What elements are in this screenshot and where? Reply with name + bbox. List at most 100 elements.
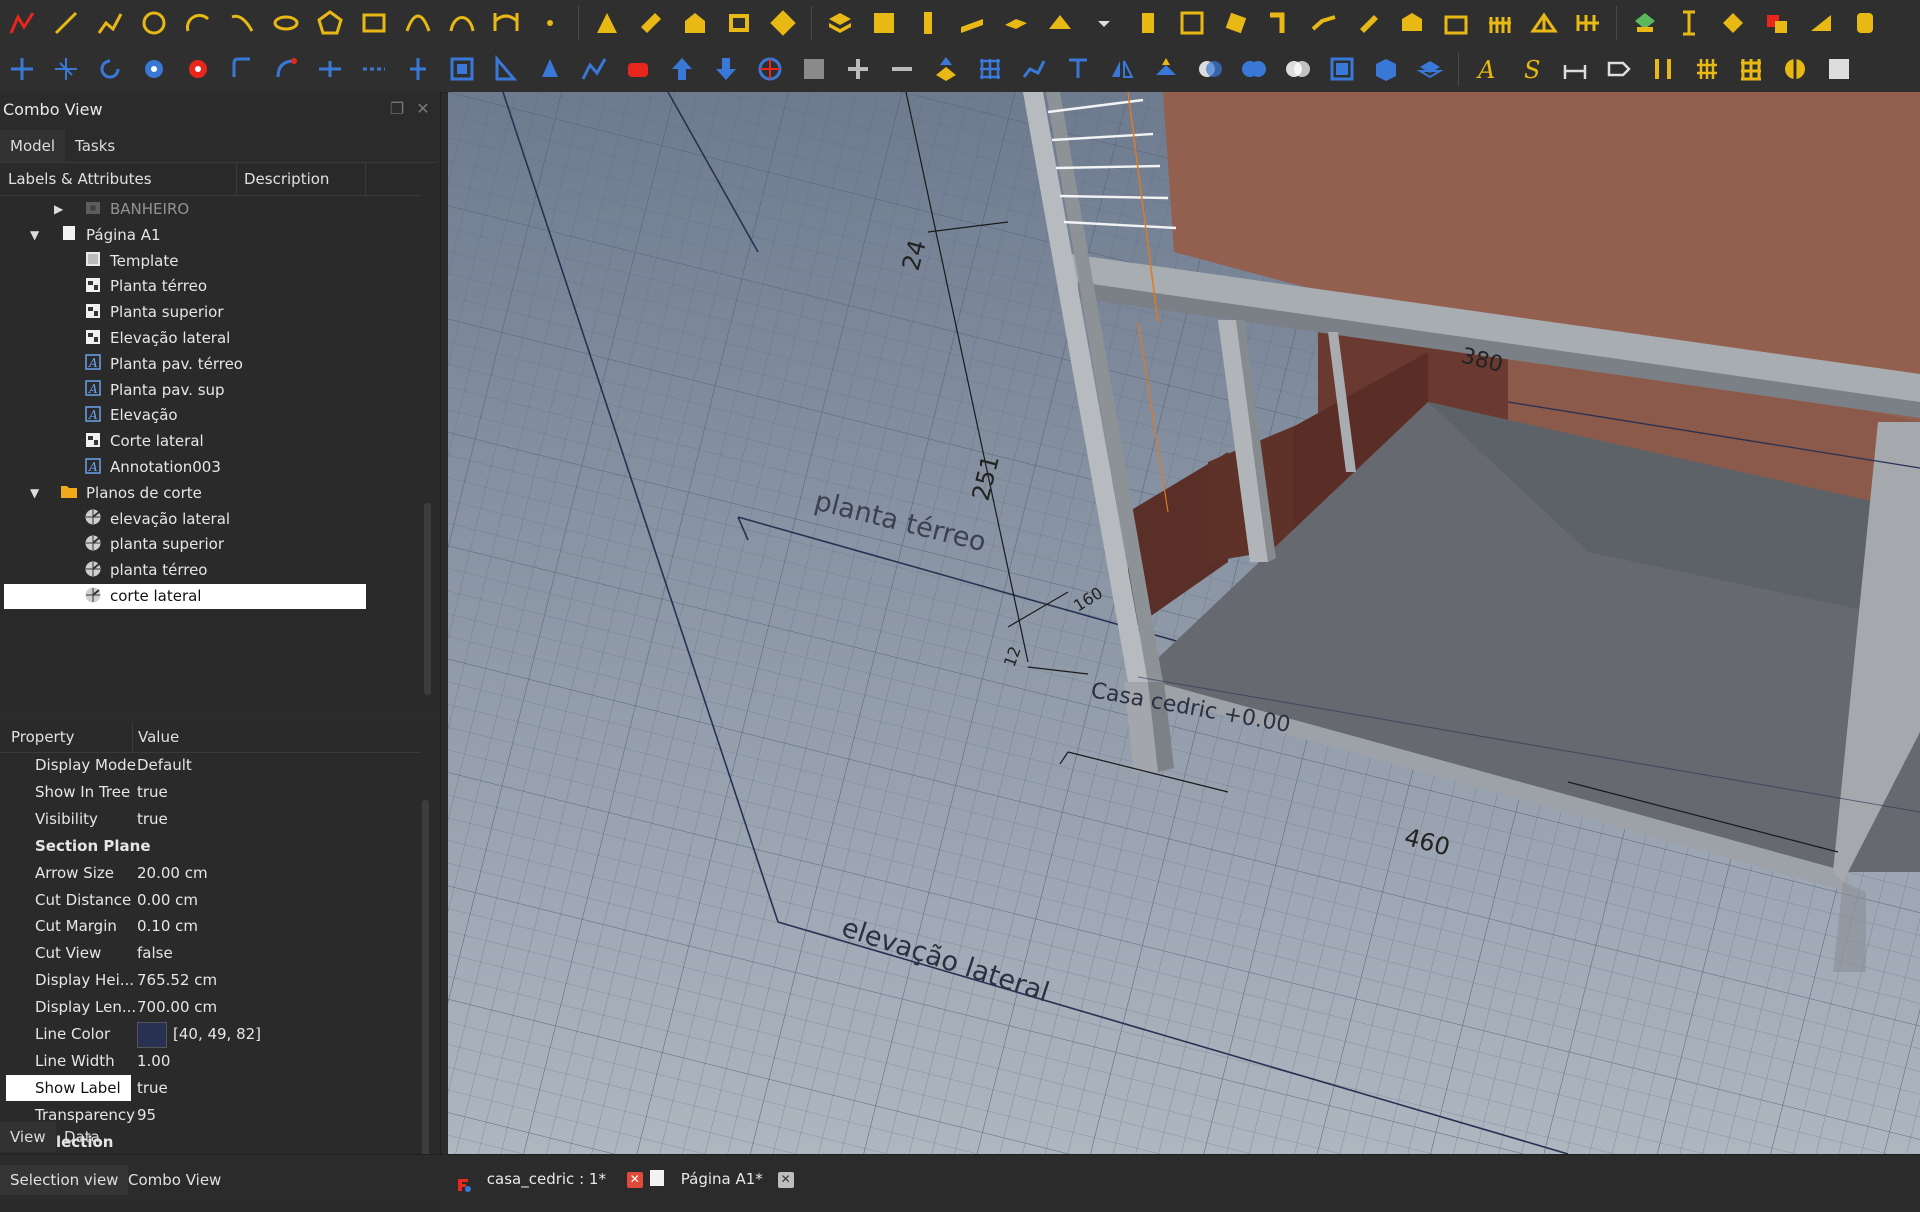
more-button[interactable] [1820,50,1858,88]
tab-view[interactable]: View [0,1122,56,1152]
line-button[interactable] [47,4,85,42]
property-value-cell[interactable]: true [137,806,168,832]
text-button[interactable]: A [1468,50,1506,88]
pipe-button[interactable] [1261,4,1299,42]
polygon-button[interactable] [311,4,349,42]
plus-button[interactable] [839,50,877,88]
tree-item[interactable]: Planta térreo [84,274,207,299]
split-button[interactable] [311,50,349,88]
tree-item[interactable]: BANHEIRO [84,197,189,222]
property-value-cell[interactable]: true [137,779,168,805]
header-property[interactable]: Property [11,728,74,746]
grid-button[interactable] [971,50,1009,88]
color-swatch[interactable] [137,1021,167,1048]
array-button[interactable] [531,50,569,88]
shape-view-button[interactable] [1323,50,1361,88]
property-row[interactable]: Display Mode Default [0,752,420,778]
chevron-down-icon[interactable]: ▼ [30,228,39,242]
property-row[interactable]: Cut Margin 0.10 cm [0,913,420,939]
remove-shape-button[interactable] [619,50,657,88]
mesh-to-shape-button[interactable] [751,50,789,88]
point-button[interactable] [531,4,569,42]
minus-button[interactable] [883,50,921,88]
label-button[interactable] [1600,50,1638,88]
property-row[interactable]: Cut View false [0,940,420,966]
panel-button[interactable] [1173,4,1211,42]
mirror-button[interactable] [1103,50,1141,88]
polyline-button[interactable] [3,4,41,42]
tree-item[interactable]: Planos de corte [60,481,202,506]
tab-data[interactable]: Data [54,1122,110,1152]
tree-item[interactable]: Planta superior [84,300,224,325]
property-row[interactable]: Visibility true [0,806,420,832]
fuse-button[interactable] [1235,50,1273,88]
tree-item[interactable]: A Annotation003 [84,455,221,480]
tree-item[interactable]: planta superior [84,532,224,557]
rectangle-button[interactable] [355,4,393,42]
property-row[interactable]: Show Label true [0,1074,420,1101]
close-icon[interactable]: ✕ [777,1171,794,1188]
tab-combo-view[interactable]: Combo View [118,1165,231,1195]
space-button[interactable] [1393,4,1431,42]
property-value-cell[interactable]: 700.00 cm [137,994,217,1020]
property-row[interactable]: Cut Distance 0.00 cm [0,887,420,913]
subelement-move-button[interactable] [47,50,85,88]
close-icon[interactable]: ✕ [414,100,432,118]
dropdown-button[interactable] [1085,4,1123,42]
arc-button[interactable] [179,4,217,42]
property-value-cell[interactable]: 0.00 cm [137,887,198,913]
dimension-button[interactable] [1556,50,1594,88]
common-button[interactable] [1279,50,1317,88]
floor-button[interactable] [821,4,859,42]
clone-button[interactable] [1191,50,1229,88]
property-row[interactable]: Line Color [40, 49, 82] [0,1021,420,1048]
property-row[interactable]: Show In Tree true [0,779,420,805]
building-button[interactable] [676,4,714,42]
reference-button[interactable] [1758,4,1796,42]
move-button[interactable] [3,50,41,88]
section-plane-button[interactable] [1626,4,1664,42]
float-icon[interactable]: ❐ [388,100,406,118]
property-value-cell[interactable]: 95 [137,1102,156,1128]
profile-button[interactable] [1349,4,1387,42]
tab-selection-view[interactable]: Selection view [0,1165,129,1195]
tree-item[interactable]: A Planta pav. térreo [84,352,243,377]
stretch-button[interactable] [1147,50,1185,88]
upgrade-button[interactable] [355,50,393,88]
chevron-down-icon[interactable]: ▼ [30,486,39,500]
property-value-cell[interactable]: 20.00 cm [137,860,208,886]
box-button[interactable] [1367,50,1405,88]
toggle-grid-button[interactable] [1688,50,1726,88]
bimserver-button[interactable] [1802,4,1840,42]
property-value-cell[interactable]: 0.10 cm [137,913,198,939]
axis-button[interactable] [1670,4,1708,42]
property-scrollbar[interactable] [422,800,429,1190]
tab-model[interactable]: Model [0,130,66,162]
arc-3points-button[interactable] [223,4,261,42]
draft-to-sketch-button[interactable] [487,50,525,88]
tree-item[interactable]: Template [84,249,178,274]
site-button[interactable] [764,4,802,42]
chevron-right-icon[interactable]: ▶ [54,202,63,216]
property-row[interactable]: Line Width 1.00 [0,1048,420,1074]
property-row[interactable]: Display Len... 700.00 cm [0,994,420,1020]
stairs-button[interactable] [865,4,903,42]
tree-item[interactable]: Elevação lateral [84,326,230,351]
property-row[interactable]: Display Hei... 765.52 cm [0,967,420,993]
3d-scene[interactable]: 24 251 160 12 380 460 planta térreo elev… [448,92,1920,1154]
tree-item[interactable]: A Elevação [84,403,178,428]
beam-button[interactable] [953,4,991,42]
bezier-button[interactable] [487,4,525,42]
tab-tasks[interactable]: Tasks [65,130,125,162]
curtain-wall-button[interactable] [1569,4,1607,42]
property-value-cell[interactable]: 765.52 cm [137,967,217,993]
scale-button[interactable] [443,50,481,88]
ellipse-button[interactable] [267,4,305,42]
offset-button[interactable] [223,50,261,88]
frame-button[interactable] [1437,4,1475,42]
wire-button[interactable] [91,4,129,42]
tree-item[interactable]: corte lateral [4,584,366,609]
tree-item[interactable]: A Planta pav. sup [84,378,225,403]
property-value-cell[interactable]: [40, 49, 82] [137,1021,261,1048]
close-holes-button[interactable] [795,50,833,88]
